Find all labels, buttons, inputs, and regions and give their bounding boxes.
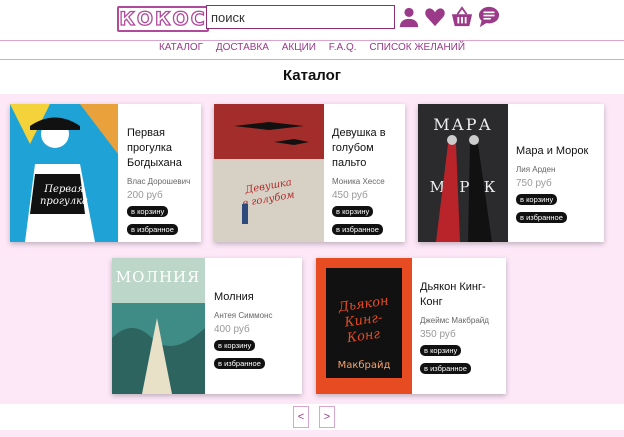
book-title[interactable]: Первая прогулка Богдыхана <box>127 126 197 171</box>
nav-item-wishlist[interactable]: СПИСОК ЖЕЛАНИЙ <box>369 42 465 53</box>
add-to-cart-button[interactable]: в корзину <box>516 194 558 205</box>
book-cover[interactable]: МОЛНИЯ <box>112 258 205 394</box>
svg-text:МОЛНИЯ: МОЛНИЯ <box>116 268 200 286</box>
nav-item-catalog[interactable]: КАТАЛОГ <box>159 42 203 53</box>
book-price: 750 руб <box>516 178 552 189</box>
next-page-button[interactable]: > <box>319 406 335 428</box>
basket-icon[interactable] <box>451 6 473 28</box>
book-info: Дьякон Кинг-Конг Джеймс Макбрайд 350 руб… <box>420 280 502 376</box>
user-icon[interactable] <box>398 6 420 28</box>
divider-bottom <box>0 59 624 60</box>
nav-bar: КАТАЛОГ ДОСТАВКА АКЦИИ F.A.Q. СПИСОК ЖЕЛ… <box>0 42 624 58</box>
nav-item-delivery[interactable]: ДОСТАВКА <box>216 42 269 53</box>
add-to-favorites-button[interactable]: в избранное <box>516 212 567 223</box>
add-to-favorites-button[interactable]: в избранное <box>420 363 471 374</box>
divider-top <box>0 40 624 41</box>
book-card[interactable]: Первая прогулка Первая прогулка Богдыхан… <box>10 104 201 242</box>
add-to-cart-button[interactable]: в корзину <box>420 345 462 356</box>
book-title[interactable]: Молния <box>214 290 298 305</box>
book-author: Влас Дорошевич <box>127 177 191 186</box>
svg-text:Первая: Первая <box>43 184 83 195</box>
book-title[interactable]: Мара и Морок <box>516 144 600 159</box>
add-to-cart-button[interactable]: в корзину <box>332 206 374 217</box>
logo[interactable]: КОКОС <box>117 6 209 32</box>
book-info: Мара и Морок Лия Арден 750 руб в корзину… <box>516 144 600 225</box>
book-author: Антея Симмонс <box>214 311 273 320</box>
book-price: 200 руб <box>127 190 163 201</box>
book-price: 400 руб <box>214 324 250 335</box>
book-card[interactable]: Девушка в голубом Девушка в голубом паль… <box>214 104 405 242</box>
add-to-favorites-button[interactable]: в избранное <box>127 224 178 235</box>
book-price: 450 руб <box>332 190 368 201</box>
add-to-cart-button[interactable]: в корзину <box>214 340 256 351</box>
search-input[interactable] <box>206 5 395 29</box>
book-cover[interactable]: МАРА МОРОК <box>418 104 508 242</box>
book-info: Первая прогулка Богдыхана Влас Дорошевич… <box>127 126 197 237</box>
svg-text:Макбрайд: Макбрайд <box>338 360 391 371</box>
add-to-favorites-button[interactable]: в избранное <box>214 358 265 369</box>
chat-icon[interactable] <box>478 6 500 28</box>
nav-item-faq[interactable]: F.A.Q. <box>329 42 357 53</box>
svg-text:прогулка: прогулка <box>40 196 88 207</box>
book-card[interactable]: МОЛНИЯ Молния Антея Симмонс 400 руб в ко… <box>112 258 302 394</box>
nav-item-promotions[interactable]: АКЦИИ <box>282 42 316 53</box>
prev-page-button[interactable]: < <box>293 406 309 428</box>
book-info: Девушка в голубом пальто Моника Хессе 45… <box>332 126 402 237</box>
book-card[interactable]: Дьякон Кинг- Конг Макбрайд Дьякон Кинг-К… <box>316 258 506 394</box>
book-title[interactable]: Девушка в голубом пальто <box>332 126 402 171</box>
header: КОКОС <box>0 0 624 40</box>
svg-text:МОРОК: МОРОК <box>430 178 497 196</box>
footer-strip <box>0 430 624 437</box>
book-author: Моника Хессе <box>332 177 385 186</box>
book-price: 350 руб <box>420 329 456 340</box>
heart-icon[interactable] <box>424 6 446 28</box>
book-cover[interactable]: Первая прогулка <box>10 104 118 242</box>
book-author: Джеймс Макбрайд <box>420 316 489 325</box>
book-cover[interactable]: Девушка в голубом <box>214 104 324 242</box>
catalog-grid: Первая прогулка Первая прогулка Богдыхан… <box>0 94 624 404</box>
add-to-favorites-button[interactable]: в избранное <box>332 224 383 235</box>
book-title[interactable]: Дьякон Кинг-Конг <box>420 280 502 310</box>
book-info: Молния Антея Симмонс 400 руб в корзину в… <box>214 290 298 371</box>
book-author: Лия Арден <box>516 165 556 174</box>
book-cover[interactable]: Дьякон Кинг- Конг Макбрайд <box>316 258 412 394</box>
add-to-cart-button[interactable]: в корзину <box>127 206 169 217</box>
book-card[interactable]: МАРА МОРОК Мара и Морок Лия Арден 750 ру… <box>418 104 604 242</box>
svg-text:МАРА: МАРА <box>433 115 492 134</box>
page-title: Каталог <box>282 67 342 84</box>
